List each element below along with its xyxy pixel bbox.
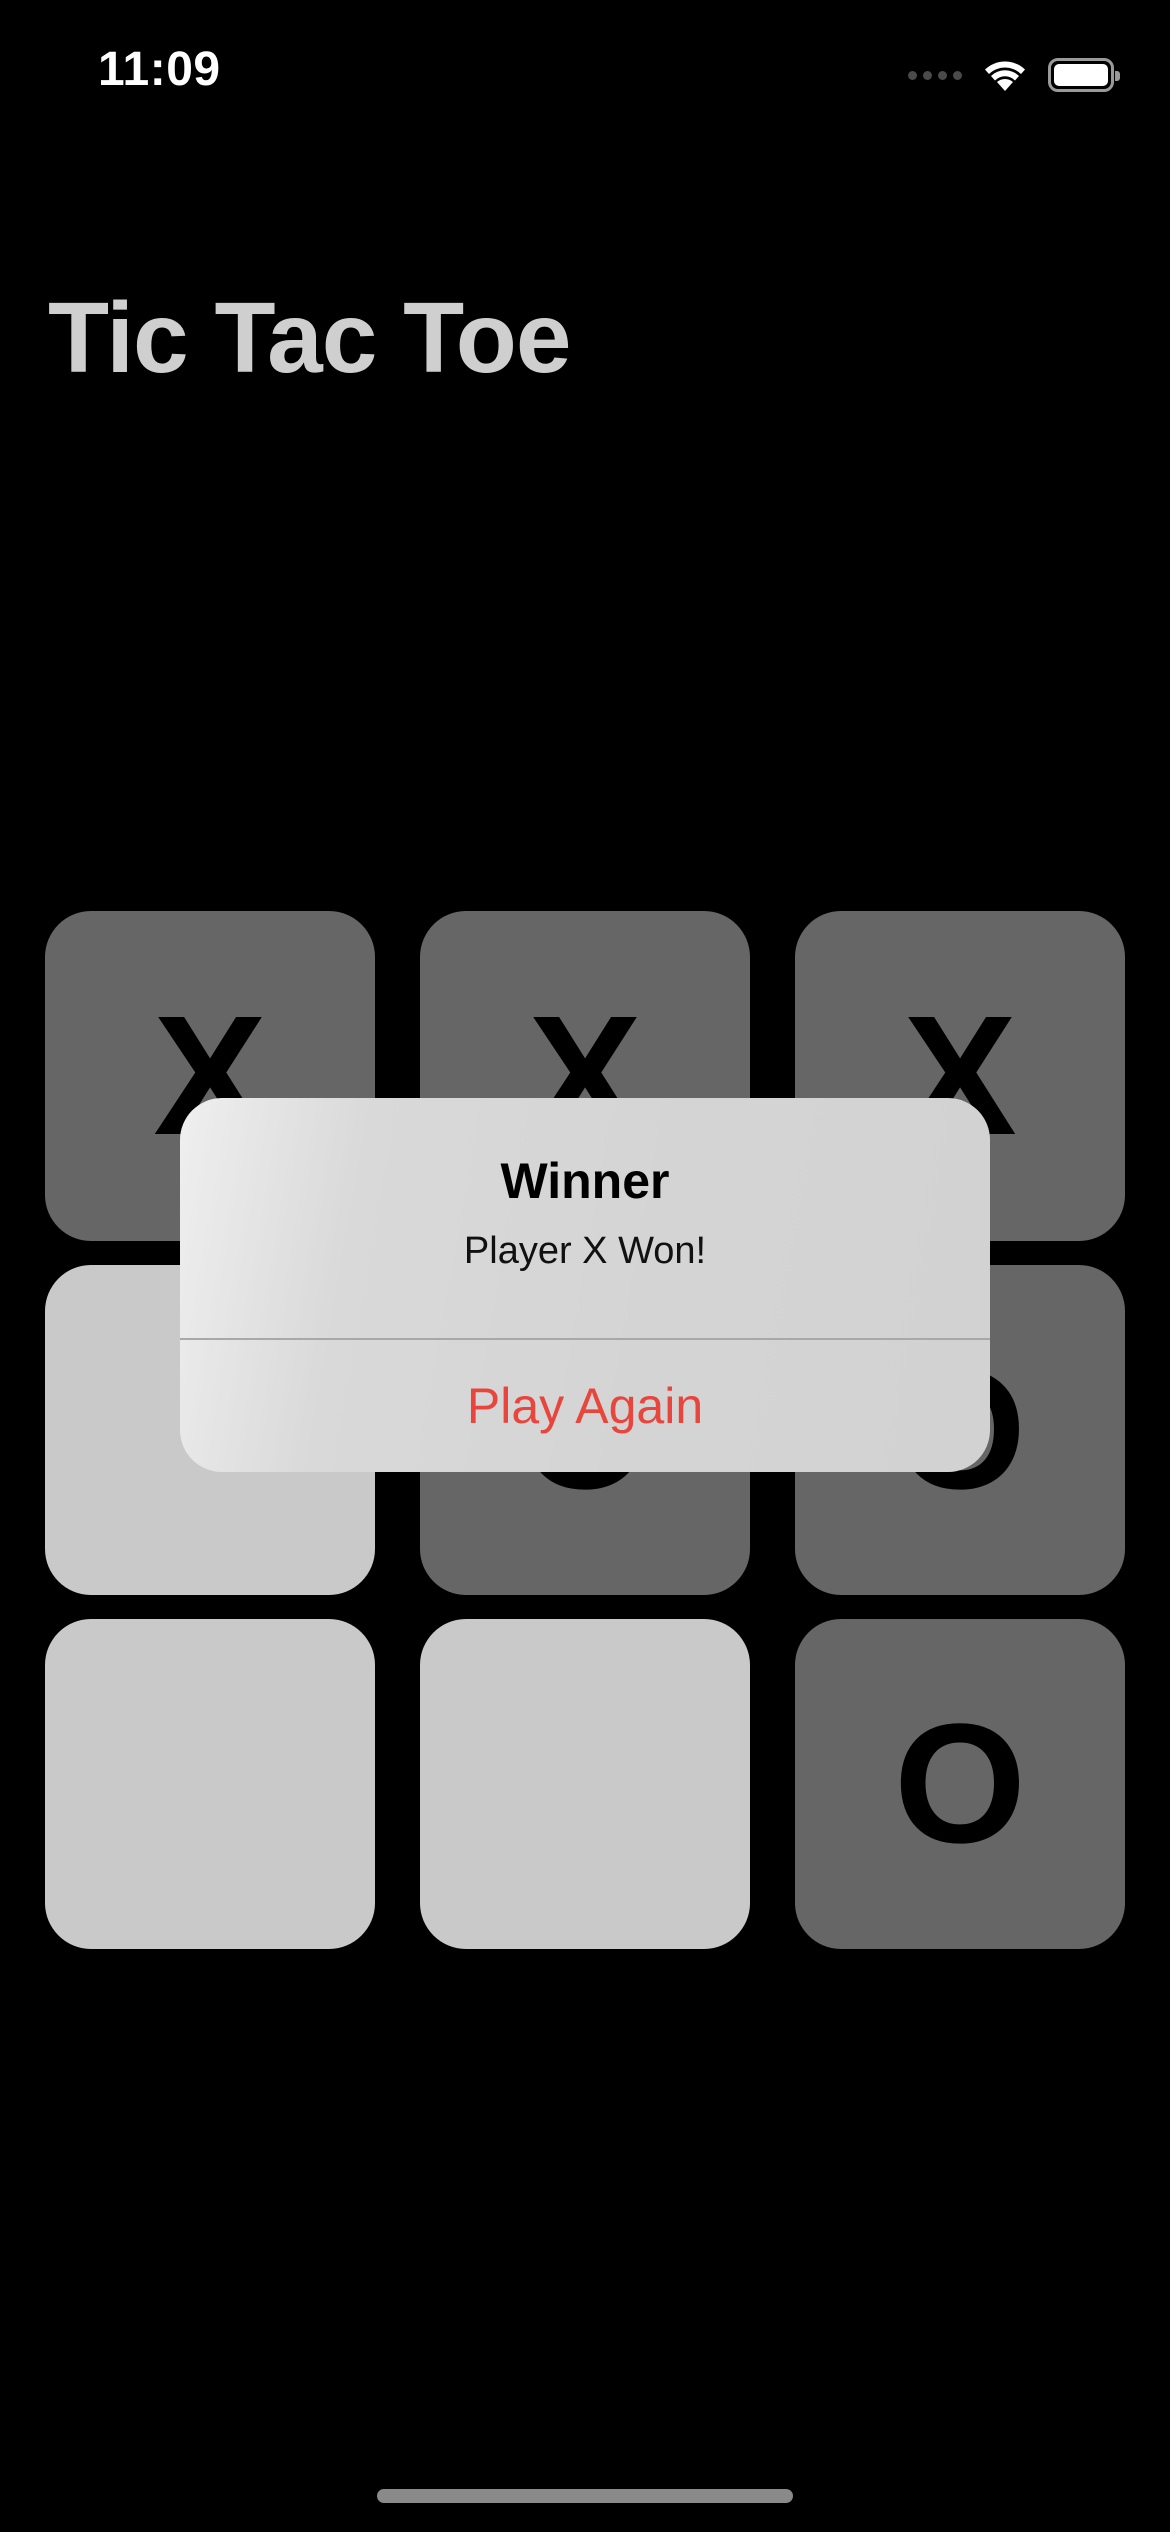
play-again-button[interactable]: Play Again: [180, 1340, 990, 1472]
status-icons: [908, 52, 1120, 98]
home-indicator[interactable]: [377, 2489, 793, 2503]
winner-alert: Winner Player X Won! Play Again: [180, 1098, 990, 1472]
board-cell-8[interactable]: [420, 1619, 750, 1949]
status-time: 11:09: [98, 43, 221, 96]
board-cell-7[interactable]: [45, 1619, 375, 1949]
wifi-icon: [982, 57, 1028, 93]
alert-body: Winner Player X Won!: [180, 1098, 990, 1338]
battery-icon: [1048, 58, 1120, 92]
board-cell-9[interactable]: O: [795, 1619, 1125, 1949]
cellular-signal-icon: [908, 70, 962, 80]
battery-level-fill: [1054, 64, 1108, 86]
alert-title: Winner: [500, 1153, 670, 1209]
alert-message: Player X Won!: [463, 1230, 707, 1272]
page-title: Tic Tac Toe: [48, 282, 571, 394]
